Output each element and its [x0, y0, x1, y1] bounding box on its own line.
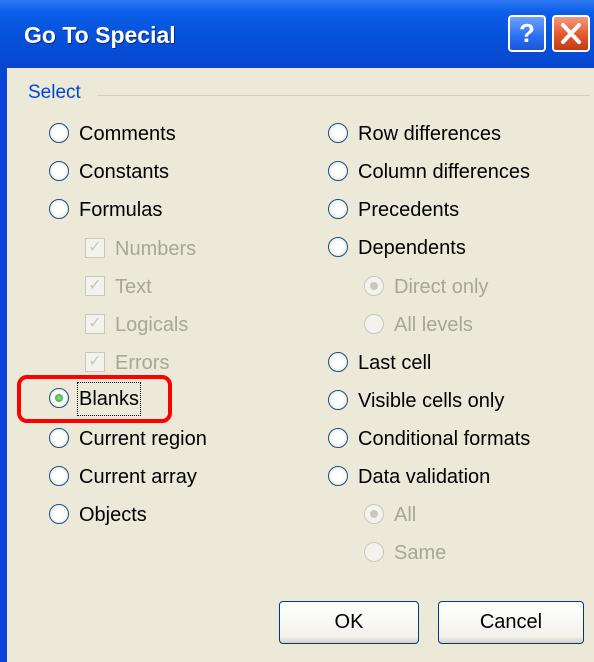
radio-button[interactable]: [49, 161, 69, 181]
radio-button[interactable]: [364, 542, 384, 562]
option-label: Data validation: [358, 466, 491, 488]
radio-button[interactable]: [328, 352, 348, 372]
radio-button[interactable]: [328, 390, 348, 410]
option-label: Row differences: [358, 123, 502, 145]
cancel-button[interactable]: Cancel: [438, 601, 584, 644]
close-button[interactable]: [552, 15, 590, 52]
option-label: Logicals: [115, 314, 189, 336]
option-label: Current region: [79, 428, 207, 450]
close-icon: [561, 23, 581, 44]
checkbox[interactable]: ✓: [85, 276, 105, 296]
help-button[interactable]: ?: [508, 15, 546, 52]
radio-button[interactable]: [49, 428, 69, 448]
radio-selected-dot: [370, 282, 378, 290]
radio-button[interactable]: [328, 123, 348, 143]
radio-button[interactable]: [328, 199, 348, 219]
option-label: Dependents: [358, 237, 466, 259]
radio-button[interactable]: [49, 504, 69, 524]
checkbox[interactable]: ✓: [85, 238, 105, 258]
radio-button[interactable]: [364, 314, 384, 334]
option-label: Formulas: [79, 199, 163, 221]
option-label: All levels: [394, 314, 473, 336]
option-label: Numbers: [115, 238, 197, 260]
help-icon: ?: [519, 18, 535, 48]
ok-button[interactable]: OK: [279, 601, 419, 644]
option-label: Last cell: [358, 352, 432, 374]
option-label: Conditional formats: [358, 428, 531, 450]
radio-button[interactable]: [49, 123, 69, 143]
radio-button[interactable]: [49, 199, 69, 219]
option-label: Text: [115, 276, 152, 298]
group-divider: [97, 95, 590, 96]
option-label: Comments: [79, 123, 176, 145]
radio-button[interactable]: [328, 428, 348, 448]
radio-button[interactable]: [328, 237, 348, 257]
option-label: Same: [394, 542, 447, 564]
option-label: Column differences: [358, 161, 530, 183]
option-label: Current array: [79, 466, 197, 488]
radio-button[interactable]: [364, 276, 384, 296]
option-label: Precedents: [358, 199, 460, 221]
title-bar[interactable]: Go To Special ?: [0, 0, 594, 68]
radio-button[interactable]: [328, 161, 348, 181]
radio-button[interactable]: [364, 504, 384, 524]
radio-button[interactable]: [49, 466, 69, 486]
select-group-label: Select: [28, 82, 87, 104]
dialog-title: Go To Special: [24, 22, 176, 48]
option-label: Errors: [115, 352, 170, 374]
option-label: All: [394, 504, 417, 526]
checkbox[interactable]: ✓: [85, 352, 105, 372]
checkbox[interactable]: ✓: [85, 314, 105, 334]
highlight-box: [17, 375, 172, 423]
option-label: Visible cells only: [358, 390, 505, 412]
dialog-body: Select Comments Constants Formulas ✓ Num…: [7, 68, 594, 662]
go-to-special-dialog: Go To Special ? Select Comments Constant…: [0, 0, 594, 662]
option-label: Direct only: [394, 276, 489, 298]
radio-button[interactable]: [328, 466, 348, 486]
radio-selected-dot: [370, 510, 378, 518]
option-label: Objects: [79, 504, 147, 526]
option-label: Constants: [79, 161, 170, 183]
